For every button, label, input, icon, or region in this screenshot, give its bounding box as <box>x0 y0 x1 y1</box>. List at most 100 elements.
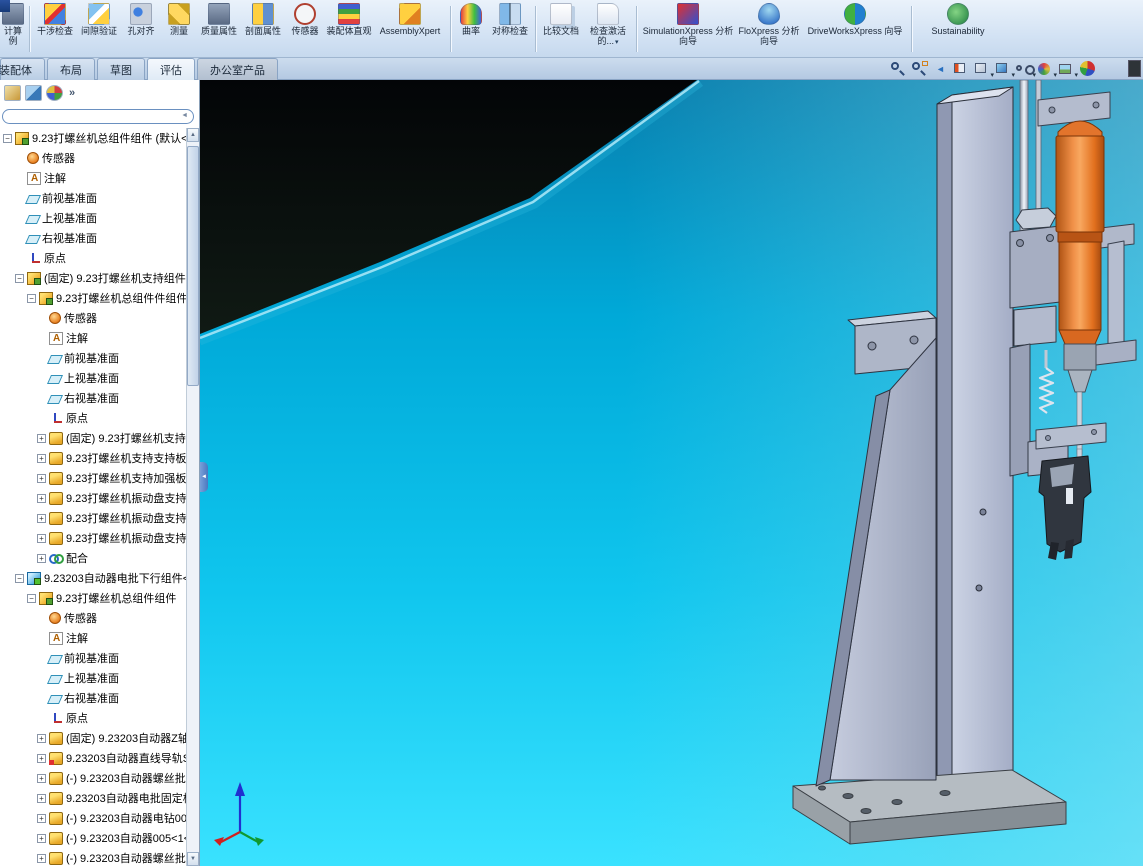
expand-icon[interactable]: + <box>37 494 46 503</box>
feature-tree-filter-bar[interactable]: ◄ <box>2 109 194 124</box>
task-pane-toggle[interactable] <box>1128 60 1141 77</box>
measure-button[interactable]: 测量 <box>161 2 197 37</box>
view-orientation-icon[interactable]: ▾ <box>972 60 993 78</box>
expand-icon[interactable]: + <box>37 434 46 443</box>
section-properties-button[interactable]: 剖面属性 <box>241 2 285 37</box>
tab-sketch[interactable]: 草图 <box>97 58 145 80</box>
tree-item[interactable]: +(固定) 9.23203自动器Z轴 <box>0 728 186 748</box>
collapse-icon[interactable]: − <box>15 274 24 283</box>
previous-view-icon[interactable]: ◄ <box>930 60 951 78</box>
scroll-down-arrow[interactable]: ▼ <box>187 852 199 866</box>
column-plate-part[interactable] <box>937 87 1013 800</box>
check-active-document-button[interactable]: 检查激活的...▾ <box>583 2 633 49</box>
clearance-verify-button[interactable]: 间隙验证 <box>77 2 121 37</box>
tree-item[interactable]: +(-) 9.23203自动器螺丝批 <box>0 768 186 788</box>
tree-item[interactable]: +9.23打螺丝机振动盘支持上 <box>0 508 186 528</box>
property-manager-tab-icon[interactable] <box>25 85 42 101</box>
symmetry-check-button[interactable]: 对称检查 <box>488 2 532 37</box>
expand-icon[interactable]: + <box>37 774 46 783</box>
collapse-icon[interactable]: − <box>3 134 12 143</box>
tree-item[interactable]: +(-) 9.23203自动器005<1< <box>0 828 186 848</box>
tree-item[interactable]: 前视基准面 <box>0 348 186 368</box>
viewport-canvas[interactable] <box>200 80 1143 866</box>
driveworksxpress-button[interactable]: DriveWorksXpress 向导 <box>802 2 908 37</box>
zoom-area-icon[interactable] <box>909 60 930 78</box>
expand-icon[interactable]: + <box>37 794 46 803</box>
expand-icon[interactable]: + <box>37 554 46 563</box>
overflow-chevrons-icon[interactable]: » <box>69 87 75 99</box>
tree-item[interactable]: +9.23打螺丝机支持支持板< <box>0 448 186 468</box>
tree-item[interactable]: −9.23打螺丝机总组件组件 (默认< <box>0 128 186 148</box>
tree-item[interactable]: 右视基准面 <box>0 688 186 708</box>
sustainability-button[interactable]: Sustainability <box>915 2 1001 37</box>
collapse-icon[interactable]: − <box>27 594 36 603</box>
tab-evaluate[interactable]: 评估 <box>147 58 195 80</box>
assemblyxpert-button[interactable]: AssemblyXpert <box>373 2 447 37</box>
assembly-visualization-button[interactable]: 装配体直观 <box>325 2 373 37</box>
expand-icon[interactable]: + <box>37 854 46 863</box>
hole-alignment-button[interactable]: 孔对齐 <box>121 2 161 37</box>
tree-item[interactable]: −9.23打螺丝机总组件组件 <box>0 588 186 608</box>
tree-item[interactable]: 原点 <box>0 408 186 428</box>
collapse-icon[interactable]: − <box>15 574 24 583</box>
tree-item[interactable]: −9.23203自动器电批下行组件< <box>0 568 186 588</box>
flyout-arrow-icon[interactable]: ◄ <box>181 112 188 119</box>
tree-item[interactable]: +9.23203自动器电批固定板 <box>0 788 186 808</box>
tree-item[interactable]: 注解 <box>0 328 186 348</box>
tree-item[interactable]: 前视基准面 <box>0 648 186 668</box>
tree-item[interactable]: 原点 <box>0 708 186 728</box>
zoom-to-fit-icon[interactable] <box>888 60 909 78</box>
tree-item[interactable]: 注解 <box>0 628 186 648</box>
expand-icon[interactable]: + <box>37 734 46 743</box>
feature-manager-tab-icon[interactable] <box>4 85 21 101</box>
tree-item[interactable]: 上视基准面 <box>0 208 186 228</box>
tree-item[interactable]: 传感器 <box>0 148 186 168</box>
simulationxpress-button[interactable]: SimulationXpress 分析向导 <box>640 2 736 47</box>
scrollbar-thumb[interactable] <box>187 146 199 386</box>
expand-icon[interactable]: + <box>37 834 46 843</box>
tree-item[interactable]: −(固定) 9.23打螺丝机支持组件 <box>0 268 186 288</box>
apply-scene-icon[interactable]: ▾ <box>1056 60 1077 78</box>
expand-icon[interactable]: + <box>37 534 46 543</box>
tree-item[interactable]: −9.23打螺丝机总组件件组件 <box>0 288 186 308</box>
tree-item[interactable]: 右视基准面 <box>0 388 186 408</box>
tree-item[interactable]: +(固定) 9.23打螺丝机支持 <box>0 428 186 448</box>
graphics-viewport[interactable] <box>200 80 1143 866</box>
appearance-pie-icon[interactable] <box>1080 61 1095 76</box>
tab-assembly[interactable]: 装配体 <box>0 58 45 80</box>
tree-scrollbar[interactable]: ▲ ▼ <box>186 128 199 866</box>
tree-item[interactable]: 传感器 <box>0 608 186 628</box>
tree-item[interactable]: +9.23打螺丝机振动盘支持安 <box>0 528 186 548</box>
tree-item[interactable]: 右视基准面 <box>0 228 186 248</box>
mass-properties-button[interactable]: 质量属性 <box>197 2 241 37</box>
tree-item[interactable]: +(-) 9.23203自动器螺丝批 <box>0 848 186 866</box>
curvature-button[interactable]: 曲率 <box>454 2 488 37</box>
interference-check-button[interactable]: 干涉检查 <box>33 2 77 37</box>
tree-item[interactable]: +配合 <box>0 548 186 568</box>
sensors-button[interactable]: 传感器 <box>285 2 325 37</box>
tab-office-products[interactable]: 办公室产品 <box>197 58 278 80</box>
tree-item[interactable]: 传感器 <box>0 308 186 328</box>
expand-icon[interactable]: + <box>37 474 46 483</box>
display-style-icon[interactable]: ▾ <box>993 60 1014 78</box>
section-view-icon[interactable] <box>951 60 972 78</box>
expand-icon[interactable]: + <box>37 814 46 823</box>
tree-item[interactable]: 上视基准面 <box>0 368 186 388</box>
tree-item[interactable]: +(-) 9.23203自动器电钻00 <box>0 808 186 828</box>
floxpress-button[interactable]: FloXpress 分析向导 <box>736 2 802 47</box>
edit-appearance-icon[interactable]: ▾ <box>1035 60 1056 78</box>
expand-icon[interactable]: + <box>37 514 46 523</box>
configuration-manager-tab-icon[interactable] <box>46 85 63 101</box>
tree-item[interactable]: +9.23打螺丝机振动盘支持1 <box>0 488 186 508</box>
tree-item[interactable]: 注解 <box>0 168 186 188</box>
tab-layout[interactable]: 布局 <box>47 58 95 80</box>
tree-item[interactable]: +9.23打螺丝机支持加强板< <box>0 468 186 488</box>
hide-show-items-icon[interactable]: ▾ <box>1014 60 1035 78</box>
tree-item[interactable]: 原点 <box>0 248 186 268</box>
collapse-icon[interactable]: − <box>27 294 36 303</box>
expand-icon[interactable]: + <box>37 454 46 463</box>
scroll-up-arrow[interactable]: ▲ <box>187 128 199 142</box>
panel-splitter-handle[interactable]: ◄ <box>200 462 208 492</box>
tree-item[interactable]: +9.23203自动器直线导轨SY <box>0 748 186 768</box>
expand-icon[interactable]: + <box>37 754 46 763</box>
